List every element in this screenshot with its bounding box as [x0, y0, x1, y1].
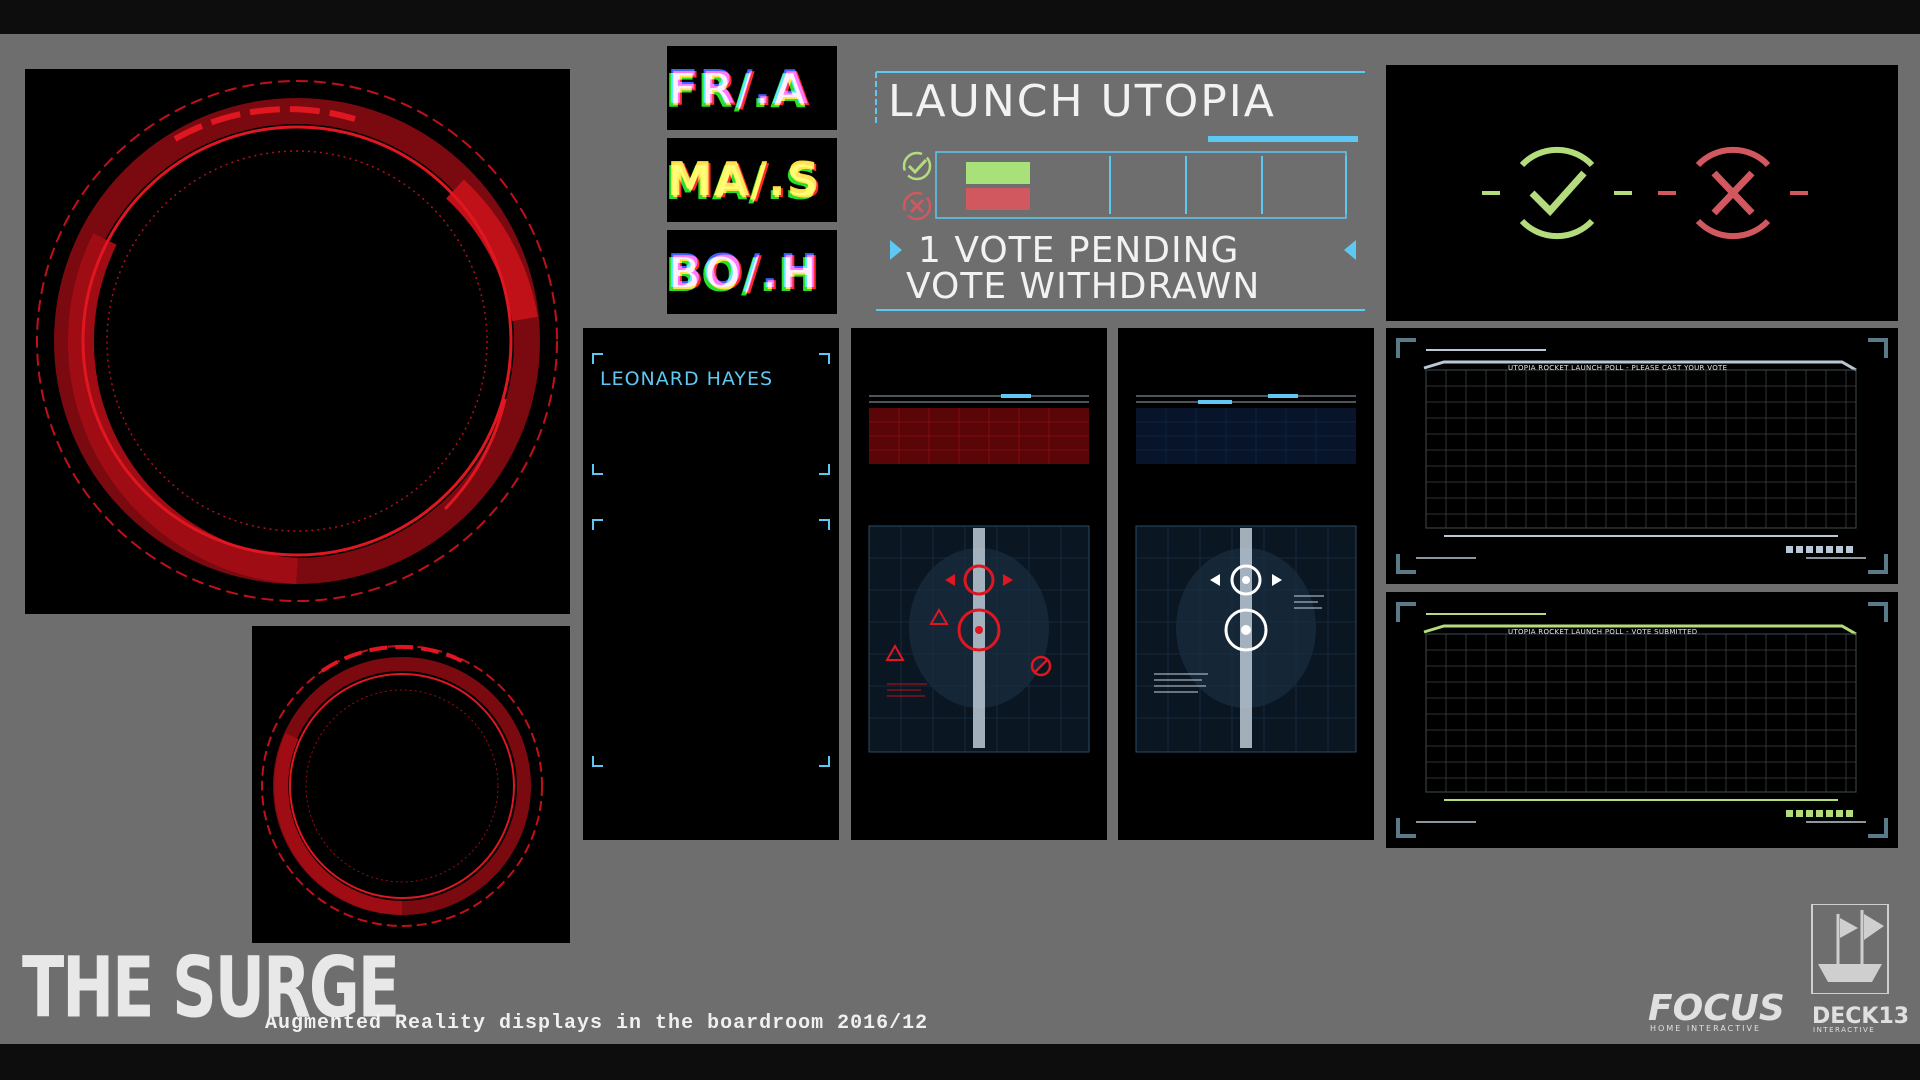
scan-panel-alert	[851, 328, 1107, 840]
red-ring-panel-large	[25, 69, 570, 614]
vote-buttons-panel	[1386, 65, 1898, 321]
red-ring-panel-small	[252, 626, 570, 943]
sheet-caption: Augmented Reality displays in the boardr…	[265, 1012, 929, 1035]
check-circle-icon	[1482, 146, 1632, 240]
red-ring-large-graphic	[36, 80, 558, 602]
approve-button[interactable]	[1482, 135, 1632, 251]
vote-no-icon	[896, 188, 938, 224]
ship-logo-icon	[1811, 904, 1889, 994]
profile-panel	[583, 328, 839, 840]
launch-title: LAUNCH UTOPIA	[888, 76, 1276, 127]
x-circle-icon	[1658, 146, 1808, 240]
profile-name: LEONARD HAYES	[600, 368, 774, 390]
scan-panel-clear	[1118, 328, 1374, 840]
vote-yes-icon	[896, 148, 938, 184]
profile-frame	[592, 353, 830, 767]
glitch-panel-2: MA/.S MA/.S MA/.S	[665, 138, 837, 222]
poll-title-cast: UTOPIA ROCKET LAUNCH POLL - PLEASE CAST …	[1508, 364, 1728, 372]
scan-alert-graphic	[868, 394, 1090, 753]
reject-button[interactable]	[1658, 135, 1808, 251]
publisher-logo-sub: HOME INTERACTIVE	[1650, 1024, 1762, 1033]
publisher-logo: FOCUS	[1648, 988, 1785, 1029]
scan-clear-graphic	[1135, 394, 1357, 753]
glitch-panel-3: BO/.H BO/.H BO/.H	[665, 230, 837, 314]
vote-pending-status: 1 VOTE PENDING	[918, 230, 1240, 271]
red-ring-small-graphic	[261, 644, 543, 927]
glitch-panel-1: FR/.A FR/.A FR/.A	[665, 46, 837, 130]
poll-title-submitted: UTOPIA ROCKET LAUNCH POLL - VOTE SUBMITT…	[1508, 628, 1698, 636]
bottom-bar	[0, 1044, 1920, 1080]
studio-logo-sub: INTERACTIVE	[1813, 1026, 1876, 1034]
top-bar	[0, 0, 1920, 34]
vote-withdrawn-status: VOTE WITHDRAWN	[906, 266, 1261, 307]
